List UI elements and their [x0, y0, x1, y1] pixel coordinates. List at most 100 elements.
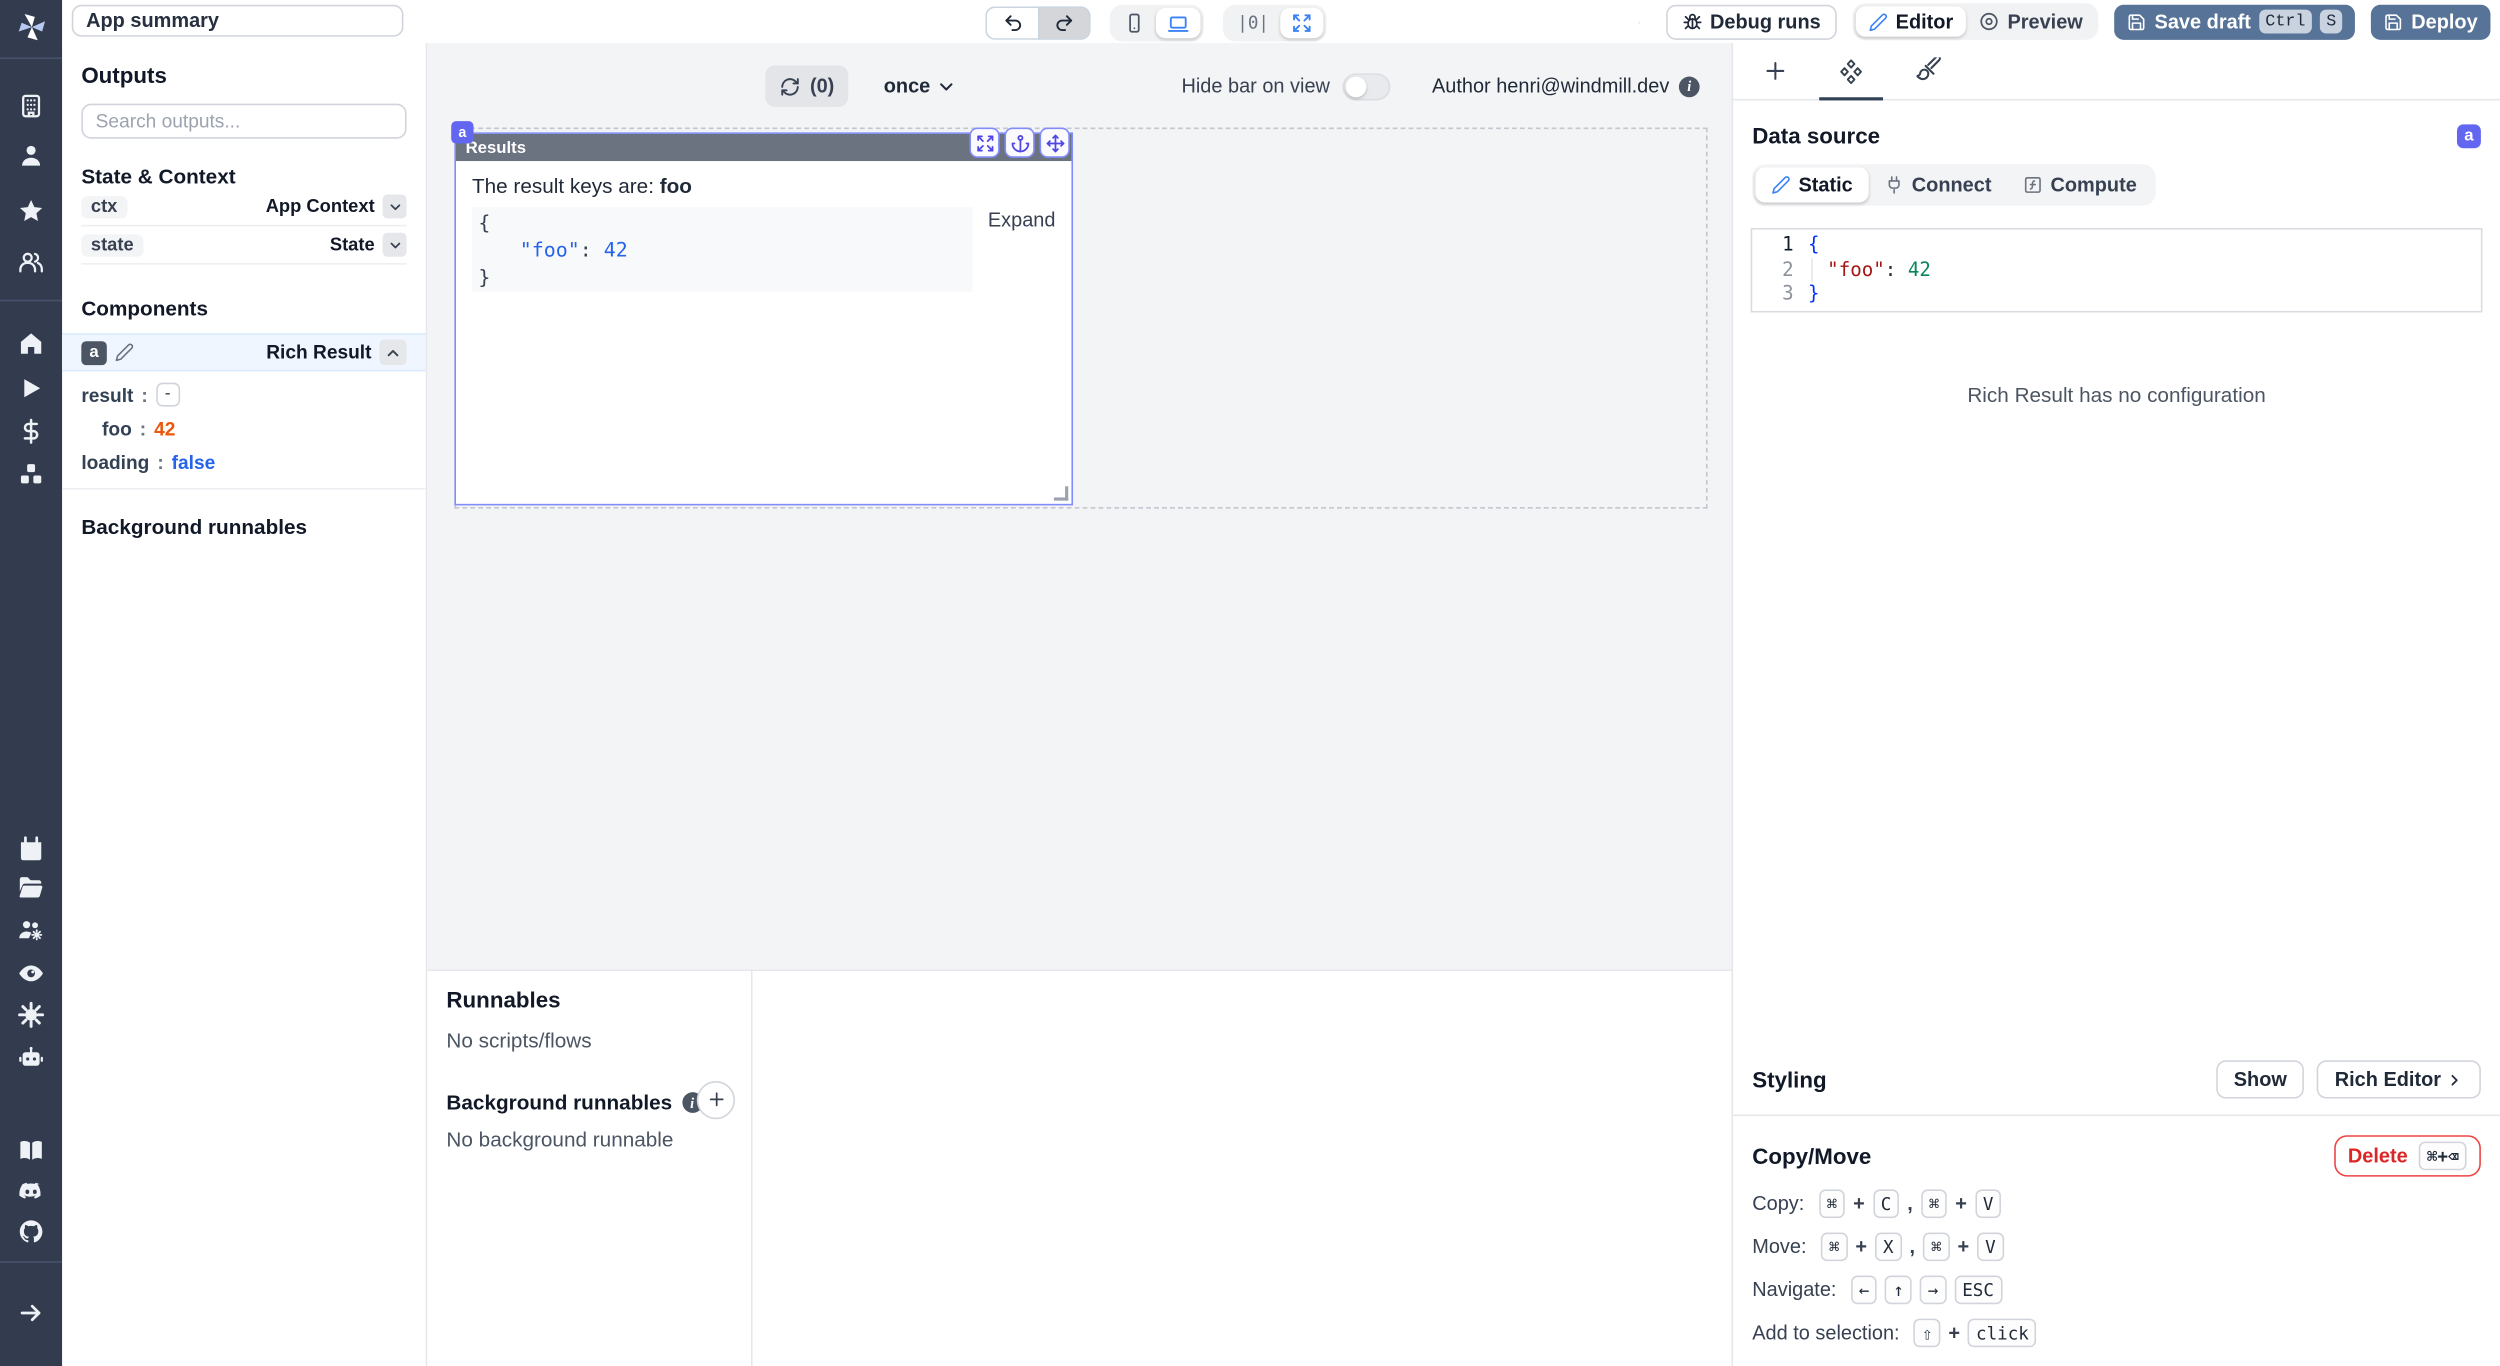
rename-pencil-icon[interactable] [115, 343, 134, 362]
preview-eye-icon [1979, 11, 2000, 32]
styling-brush-tab[interactable] [1889, 43, 1966, 99]
runs-play-icon[interactable] [18, 375, 45, 402]
ctx-row[interactable]: ctx App Context [81, 188, 406, 226]
tree-row-foo[interactable]: foo : 42 [81, 411, 406, 444]
anchor-component-icon[interactable] [1004, 128, 1034, 158]
key-badge: ⌘ [1819, 1189, 1846, 1218]
info-icon[interactable]: i [1679, 76, 1700, 97]
resize-handle[interactable] [1054, 486, 1068, 500]
search-outputs-input[interactable] [81, 104, 406, 139]
variables-dollar-icon[interactable] [18, 418, 45, 445]
deploy-button[interactable]: Deploy [2371, 4, 2490, 39]
connect-tab[interactable]: Connect [1869, 167, 2008, 202]
preview-tab[interactable]: Preview [1966, 6, 2096, 36]
shortcut-label: Copy: [1752, 1193, 1804, 1215]
runnables-detail-area [753, 971, 1732, 1366]
centered-canvas-button[interactable]: |0| [1226, 8, 1280, 38]
static-tab[interactable]: Static [1755, 167, 1868, 202]
component-diamonds-icon [1837, 57, 1866, 86]
selected-component-badge: a [2457, 124, 2481, 148]
ctrl-key-badge: Ctrl [2259, 10, 2312, 34]
github-icon[interactable] [18, 1218, 45, 1245]
shortcut-label: Add to selection: [1752, 1322, 1899, 1344]
expand-json-link[interactable]: Expand [988, 209, 1056, 231]
state-type-label: State [330, 235, 375, 254]
debug-runs-button[interactable]: Debug runs [1665, 4, 1836, 39]
data-source-header: Data source a [1733, 123, 2500, 149]
rich-editor-button[interactable]: Rich Editor [2317, 1060, 2481, 1098]
app-canvas[interactable]: (0) once Hide bar on view Author henri@w… [427, 43, 1731, 969]
recompute-mode-label: once [884, 75, 931, 97]
copy-move-title: Copy/Move [1752, 1143, 2333, 1169]
workspace-icon[interactable] [18, 92, 45, 119]
component-a-row[interactable]: a Rich Result [62, 333, 426, 371]
users-icon[interactable] [18, 249, 45, 276]
json-value: 42 [604, 238, 628, 262]
ctx-expand-button[interactable] [383, 195, 407, 219]
home-icon[interactable] [18, 330, 45, 357]
undo-button[interactable] [985, 6, 1038, 39]
groups-admin-icon[interactable] [18, 917, 45, 944]
key-badge: ⌘ [1923, 1232, 1950, 1261]
docs-book-icon[interactable] [18, 1137, 45, 1164]
device-toggle-group [1110, 5, 1204, 42]
ai-robot-icon[interactable] [18, 1044, 45, 1071]
schedules-calendar-icon[interactable] [18, 835, 45, 862]
redo-button[interactable] [1038, 6, 1091, 39]
tree-row-result[interactable]: result : - [81, 378, 406, 411]
rich-editor-label: Rich Editor [2335, 1068, 2441, 1090]
resources-boxes-icon[interactable] [18, 461, 45, 488]
folders-icon[interactable] [18, 874, 45, 901]
shortcut-label: Move: [1752, 1236, 1806, 1258]
more-menu-button[interactable] [1627, 9, 1649, 35]
add-background-runnable-button[interactable] [697, 1080, 735, 1118]
move-component-icon[interactable] [1040, 128, 1070, 158]
desktop-view-button[interactable] [1156, 8, 1201, 38]
component-collapse-button[interactable] [379, 340, 406, 366]
tree-row-loading[interactable]: loading : false [81, 445, 406, 478]
compute-tab-label: Compute [2050, 174, 2136, 196]
component-badge: a [451, 121, 473, 143]
rail-divider [0, 300, 62, 302]
canvas-grid-row[interactable]: a Results The result keys are: foo Expan… [454, 128, 1707, 509]
favorites-star-icon[interactable] [18, 198, 45, 225]
windmill-logo-icon[interactable] [14, 10, 49, 50]
mobile-view-button[interactable] [1113, 8, 1156, 38]
delete-shortcut-badge: ⌘+⌫ [2419, 1142, 2467, 1171]
state-row[interactable]: state State [81, 226, 406, 264]
expand-component-icon[interactable] [969, 128, 999, 158]
insert-component-tab[interactable] [1736, 43, 1813, 99]
audit-eye-icon[interactable] [18, 960, 45, 987]
delete-component-button[interactable]: Delete ⌘+⌫ [2334, 1135, 2481, 1176]
component-toolbar [969, 128, 1069, 158]
component-body: The result keys are: foo Expand { "foo":… [456, 161, 1071, 304]
styling-show-button[interactable]: Show [2216, 1060, 2304, 1098]
hide-bar-label: Hide bar on view [1181, 75, 1329, 97]
save-draft-button[interactable]: Save draft Ctrl S [2115, 4, 2356, 39]
collapse-result-button[interactable]: - [156, 383, 180, 407]
editor-tab[interactable]: Editor [1856, 6, 1966, 36]
full-width-button[interactable] [1280, 8, 1323, 38]
state-expand-button[interactable] [383, 233, 407, 257]
ctx-type-label: App Context [266, 197, 375, 216]
component-settings-tab[interactable] [1813, 43, 1890, 99]
recompute-mode-dropdown[interactable]: once [874, 73, 967, 99]
tree-colon: : [140, 417, 146, 439]
compute-tab[interactable]: Compute [2007, 167, 2152, 202]
rail-divider [0, 57, 62, 59]
collapse-arrow-icon[interactable] [18, 1299, 45, 1326]
rich-result-component[interactable]: a Results The result keys are: foo Expan… [454, 132, 1073, 505]
recompute-button[interactable]: (0) [765, 65, 848, 106]
user-icon[interactable] [18, 142, 45, 169]
tree-colon: : [141, 383, 147, 405]
json-key: "foo" [520, 238, 580, 262]
app-summary-input[interactable] [72, 5, 404, 37]
key-badge: ESC [1954, 1276, 2002, 1305]
settings-panel: Data source a Static Connect Compute 1{ … [1732, 43, 2500, 1366]
hide-bar-toggle[interactable] [1343, 73, 1391, 100]
key-badge: ← [1851, 1276, 1878, 1305]
settings-gear-icon[interactable] [18, 1001, 45, 1028]
json-code-editor[interactable]: 1{ 2"foo": 42 3} [1751, 228, 2483, 312]
line-number: 1 [1752, 233, 1808, 258]
discord-icon[interactable] [18, 1178, 45, 1205]
